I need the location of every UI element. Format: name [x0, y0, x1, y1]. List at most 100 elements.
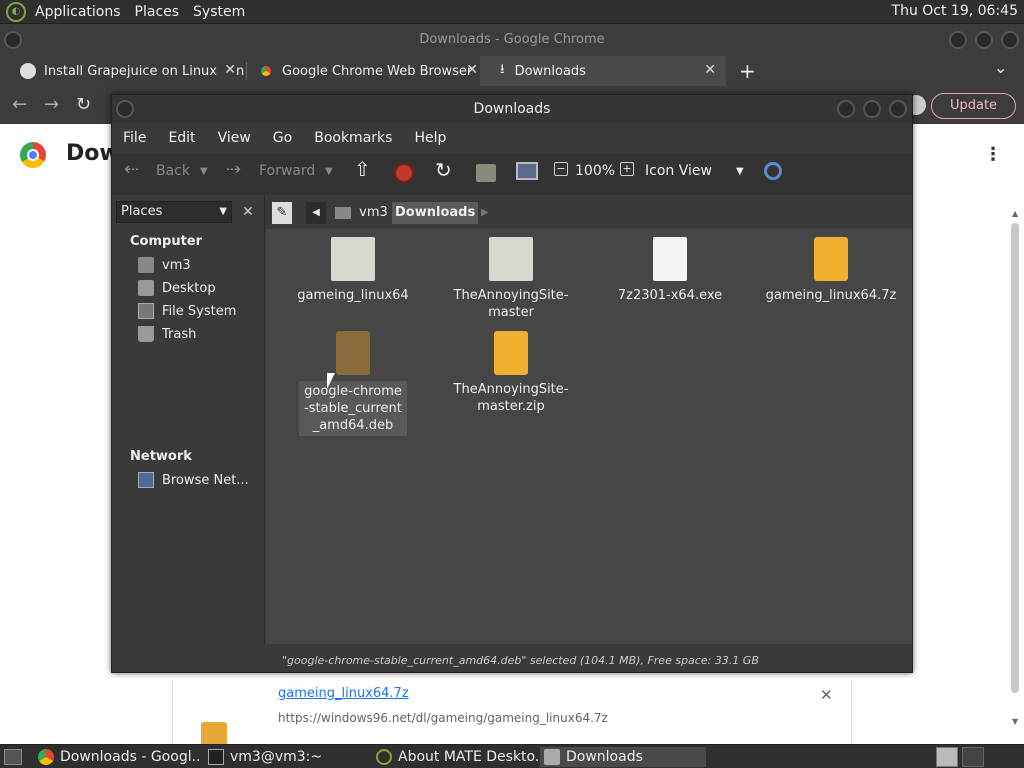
search-icon[interactable]	[764, 162, 782, 180]
task-downloads[interactable]: Downloads	[540, 747, 706, 767]
window-menu-icon[interactable]	[116, 100, 134, 118]
clock[interactable]: Thu Oct 19, 06:45	[892, 3, 1018, 19]
menu-help[interactable]: Help	[403, 130, 457, 146]
task-about-mate[interactable]: About MATE Deskto...	[372, 747, 538, 767]
close-icon[interactable]	[889, 100, 907, 118]
places-menu[interactable]: Places	[128, 4, 187, 20]
trash-icon	[138, 326, 154, 342]
edit-location-icon[interactable]: ✎	[272, 202, 292, 224]
file-name: google-chrome-stable_current_amd64.deb	[299, 381, 407, 436]
reload-icon[interactable]: ↻	[435, 158, 452, 182]
update-button[interactable]: Update	[931, 93, 1016, 119]
path-right-arrow-icon[interactable]: ▶	[478, 202, 492, 224]
file-item[interactable]: 7z2301-x64.exe	[595, 237, 745, 304]
computer-icon[interactable]	[516, 162, 538, 180]
download-url: https://windows96.net/dl/gameing/gameing…	[278, 711, 608, 725]
menu-bookmarks[interactable]: Bookmarks	[303, 130, 403, 146]
minimize-icon[interactable]	[837, 100, 855, 118]
chrome-titlebar[interactable]: Downloads - Google Chrome	[0, 24, 1024, 56]
sidebar-mode-label: Places	[121, 204, 163, 219]
path-button-downloads[interactable]: Downloads	[392, 202, 479, 224]
back-arrow-icon[interactable]: ←	[12, 94, 27, 115]
view-mode-select[interactable]: Icon View	[645, 163, 712, 179]
sidebar-item-desktop[interactable]: Desktop	[138, 280, 216, 296]
tab-install-grapejuice[interactable]: Install Grapejuice on Linux Mint ✕	[0, 56, 244, 86]
more-options-icon[interactable]: ⋮	[984, 144, 1002, 165]
file-name: 7z2301-x64.exe	[617, 288, 723, 303]
window-menu-icon[interactable]	[4, 31, 22, 49]
zoom-in-icon[interactable]: +	[620, 162, 634, 176]
workspace-switcher[interactable]	[936, 747, 958, 767]
page-scrollbar[interactable]: ▲ ▼	[1010, 209, 1020, 729]
forward-history-chevron-icon[interactable]: ▼	[325, 166, 333, 177]
task-label: Downloads	[566, 749, 643, 765]
mate-logo-icon[interactable]: ◐	[6, 1, 26, 22]
chrome-window-title: Downloads - Google Chrome	[419, 32, 605, 47]
sidebar-item-label: Trash	[162, 326, 197, 342]
tab-google-chrome[interactable]: Google Chrome Web Browser ✕	[238, 56, 486, 86]
scroll-thumb[interactable]	[1011, 223, 1019, 693]
maximize-icon[interactable]	[863, 100, 881, 118]
sidebar-item-browse-network[interactable]: Browse Net...	[138, 472, 249, 488]
menu-file[interactable]: File	[112, 130, 157, 146]
file-view: gameing_linux64 TheAnnoyingSite-master 7…	[266, 229, 912, 644]
minimize-icon[interactable]	[949, 31, 967, 49]
zoom-out-icon[interactable]: −	[554, 162, 568, 176]
file-manager-titlebar[interactable]: Downloads	[112, 95, 912, 123]
applications-menu[interactable]: Applications	[28, 4, 128, 20]
tab-close-icon[interactable]: ✕	[704, 62, 716, 78]
sidebar-close-button[interactable]: ✕	[237, 201, 259, 223]
forward-arrow-icon[interactable]: →	[44, 94, 59, 115]
reload-icon[interactable]: ↻	[76, 94, 91, 115]
sidebar-item-trash[interactable]: Trash	[138, 326, 196, 342]
download-file-link[interactable]: gameing_linux64.7z	[278, 686, 409, 701]
remove-download-icon[interactable]: ✕	[820, 686, 833, 704]
home-icon[interactable]	[476, 164, 496, 182]
sidebar-item-filesystem[interactable]: File System	[138, 303, 236, 319]
file-name: gameing_linux64	[297, 288, 409, 303]
task-terminal[interactable]: vm3@vm3:~	[204, 747, 370, 767]
file-item[interactable]: gameing_linux64.7z	[756, 237, 906, 304]
menu-go[interactable]: Go	[262, 130, 303, 146]
tab-close-icon[interactable]: ✕	[466, 62, 478, 78]
task-chrome[interactable]: Downloads - Googl...	[34, 747, 200, 767]
scroll-up-icon[interactable]: ▲	[1012, 209, 1018, 218]
close-icon[interactable]	[1001, 31, 1019, 49]
zoom-level[interactable]: 100%	[575, 163, 615, 179]
file-item[interactable]: TheAnnoyingSite-master	[436, 237, 586, 321]
menu-view[interactable]: View	[207, 130, 262, 146]
view-mode-chevron-icon[interactable]: ▼	[736, 166, 744, 177]
stop-icon[interactable]	[394, 163, 414, 183]
back-history-chevron-icon[interactable]: ▼	[200, 166, 208, 177]
show-desktop-icon[interactable]	[4, 749, 22, 765]
path-button-vm3[interactable]: vm3	[332, 202, 391, 224]
maximize-icon[interactable]	[975, 31, 993, 49]
sidebar-mode-select[interactable]: Places ▼	[116, 201, 232, 223]
back-button[interactable]: Back	[156, 163, 190, 179]
tab-close-icon[interactable]: ✕	[220, 62, 236, 78]
file-manager-menubar: File Edit View Go Bookmarks Help	[112, 123, 912, 153]
file-item[interactable]: TheAnnoyingSite-master.zip	[436, 331, 586, 415]
scroll-down-icon[interactable]: ▼	[1012, 717, 1018, 726]
workspace-switcher[interactable]	[962, 747, 984, 767]
package-icon	[336, 331, 370, 375]
up-arrow-icon[interactable]: ⇧	[354, 157, 371, 181]
status-bar: "google-chrome-stable_current_amd64.deb"…	[112, 650, 912, 672]
mate-icon	[376, 749, 392, 765]
tab-search-button[interactable]: ⌄	[994, 58, 1007, 77]
file-item[interactable]: gameing_linux64	[278, 237, 428, 304]
sidebar-item-vm3[interactable]: vm3	[138, 257, 191, 273]
chrome-icon	[38, 749, 54, 765]
sidebar-item-label: File System	[162, 303, 237, 319]
system-menu[interactable]: System	[186, 4, 252, 20]
tab-downloads[interactable]: ⭳ Downloads ✕	[480, 56, 726, 86]
sidebar-item-label: Desktop	[162, 280, 216, 296]
archive-icon	[814, 237, 848, 281]
path-left-arrow-icon[interactable]: ◀	[306, 202, 326, 224]
forward-button[interactable]: Forward	[259, 163, 315, 179]
file-item-selected[interactable]: google-chrome-stable_current_amd64.deb	[278, 331, 428, 436]
new-tab-button[interactable]: +	[739, 59, 756, 83]
menu-edit[interactable]: Edit	[157, 130, 206, 146]
forward-arrow-icon[interactable]: ⇢	[226, 159, 241, 180]
back-arrow-icon[interactable]: ⇠	[124, 159, 139, 180]
